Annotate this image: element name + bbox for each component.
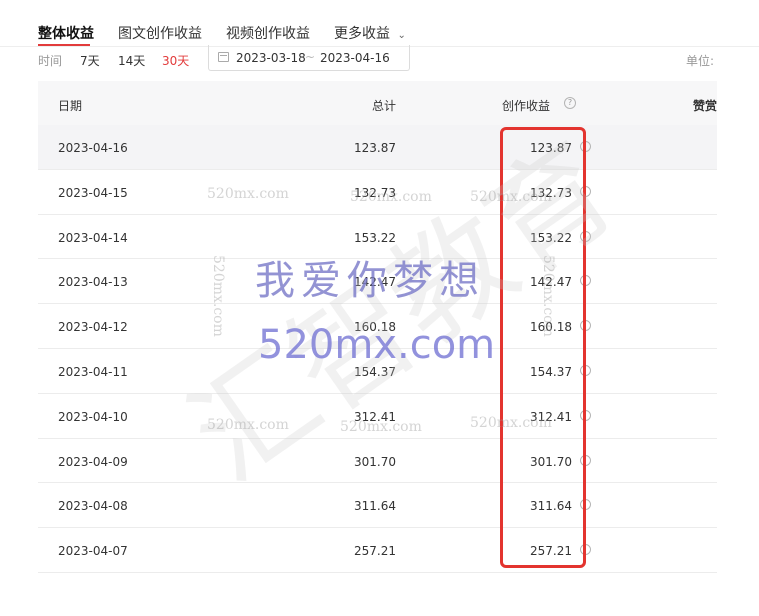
revenue-tabs: 整体收益 图文创作收益 视频创作收益 更多收益 ⌄ — [0, 0, 759, 48]
table-row: 2023-04-13 142.47 142.47 i — [38, 259, 717, 305]
time-filter-label: 时间 — [38, 54, 63, 68]
row-total: 132.73 — [354, 185, 396, 200]
time-option-14-days[interactable]: 14天 — [118, 52, 145, 69]
row-total: 154.37 — [354, 364, 396, 379]
info-icon[interactable]: i — [580, 364, 591, 376]
chevron-down-icon: ⌄ — [397, 30, 406, 41]
info-icon[interactable]: i — [580, 409, 591, 421]
table-row: 2023-04-09 301.70 301.70 i — [38, 439, 717, 484]
row-earnings: 301.70 — [530, 454, 572, 469]
row-total: 153.22 — [354, 230, 396, 245]
row-date: 2023-04-10 — [58, 409, 128, 424]
row-earnings: 153.22 — [530, 230, 572, 245]
row-earnings: 132.73 — [530, 185, 572, 200]
table-row: 2023-04-15 132.73 132.73 i — [38, 170, 717, 215]
info-icon[interactable]: i — [580, 230, 591, 242]
info-icon[interactable]: i — [580, 141, 591, 152]
row-earnings: 142.47 — [530, 275, 572, 290]
table-row: 2023-04-12 160.18 160.18 i — [38, 304, 717, 349]
table-row: 2023-04-16 123.87 123.87 i — [38, 125, 717, 170]
help-icon[interactable]: ? — [564, 97, 576, 109]
row-total: 301.70 — [354, 454, 396, 469]
tab-video-revenue[interactable]: 视频创作收益 — [226, 23, 310, 43]
row-total: 311.64 — [354, 499, 396, 514]
date-range-end: 2023-04-16 — [320, 51, 390, 65]
row-date: 2023-04-11 — [58, 364, 128, 379]
table-row: 2023-04-07 257.21 257.21 i — [38, 528, 717, 573]
row-date: 2023-04-15 — [58, 185, 128, 200]
date-range-separator: ~ — [305, 50, 316, 64]
tab-more-revenue[interactable]: 更多收益 ⌄ — [334, 23, 406, 43]
row-earnings: 311.64 — [530, 499, 572, 514]
info-icon[interactable]: i — [580, 275, 591, 287]
row-total: 257.21 — [354, 544, 396, 559]
row-earnings: 160.18 — [530, 320, 572, 335]
tab-article-revenue[interactable]: 图文创作收益 — [118, 23, 202, 43]
info-icon[interactable]: i — [580, 454, 591, 466]
row-date: 2023-04-09 — [58, 454, 128, 469]
row-total: 160.18 — [354, 320, 396, 335]
row-earnings: 257.21 — [530, 544, 572, 559]
date-range-picker[interactable]: 2023-03-18 ~ 2023-04-16 — [208, 45, 410, 71]
table-row: 2023-04-10 312.41 312.41 i — [38, 394, 717, 439]
row-date: 2023-04-08 — [58, 499, 128, 514]
row-date: 2023-04-07 — [58, 544, 128, 559]
info-icon[interactable]: i — [580, 320, 591, 332]
row-earnings: 312.41 — [530, 409, 572, 424]
calendar-icon — [218, 52, 229, 62]
row-earnings: 123.87 — [530, 141, 572, 155]
header-likes: 赞赏 — [692, 99, 717, 113]
row-total: 142.47 — [354, 275, 396, 290]
tab-more-label: 更多收益 — [334, 26, 390, 42]
info-icon[interactable]: i — [580, 544, 591, 556]
header-earnings: 创作收益 — [501, 99, 550, 113]
info-icon[interactable]: i — [580, 185, 591, 197]
tab-overall-revenue[interactable]: 整体收益 — [38, 23, 94, 43]
row-total: 123.87 — [354, 141, 396, 155]
table-row: 2023-04-14 153.22 153.22 i — [38, 215, 717, 260]
time-filter-bar: 时间 7天 14天 30天 2023-03-18 ~ 2023-04-16 单位… — [0, 45, 759, 73]
row-date: 2023-04-14 — [58, 230, 128, 245]
header-date: 日期 — [58, 99, 83, 113]
row-total: 312.41 — [354, 409, 396, 424]
unit-label: 单位: — [685, 54, 714, 68]
date-range-start: 2023-03-18 — [236, 51, 306, 65]
row-date: 2023-04-13 — [58, 275, 128, 290]
row-date: 2023-04-16 — [58, 141, 128, 155]
table-header: 日期 总计 创作收益 ? 赞赏 — [38, 81, 717, 125]
table-row: 2023-04-08 311.64 311.64 i — [38, 483, 717, 529]
header-total: 总计 — [371, 99, 396, 113]
revenue-table: 日期 总计 创作收益 ? 赞赏 2023-04-16 123.87 123.87 i 2… — [38, 81, 717, 573]
row-date: 2023-04-12 — [58, 320, 128, 335]
row-earnings: 154.37 — [530, 364, 572, 379]
time-option-30-days[interactable]: 30天 — [162, 52, 189, 69]
table-row: 2023-04-11 154.37 154.37 i — [38, 349, 717, 394]
time-option-7-days[interactable]: 7天 — [80, 52, 100, 69]
info-icon[interactable]: i — [580, 499, 591, 511]
